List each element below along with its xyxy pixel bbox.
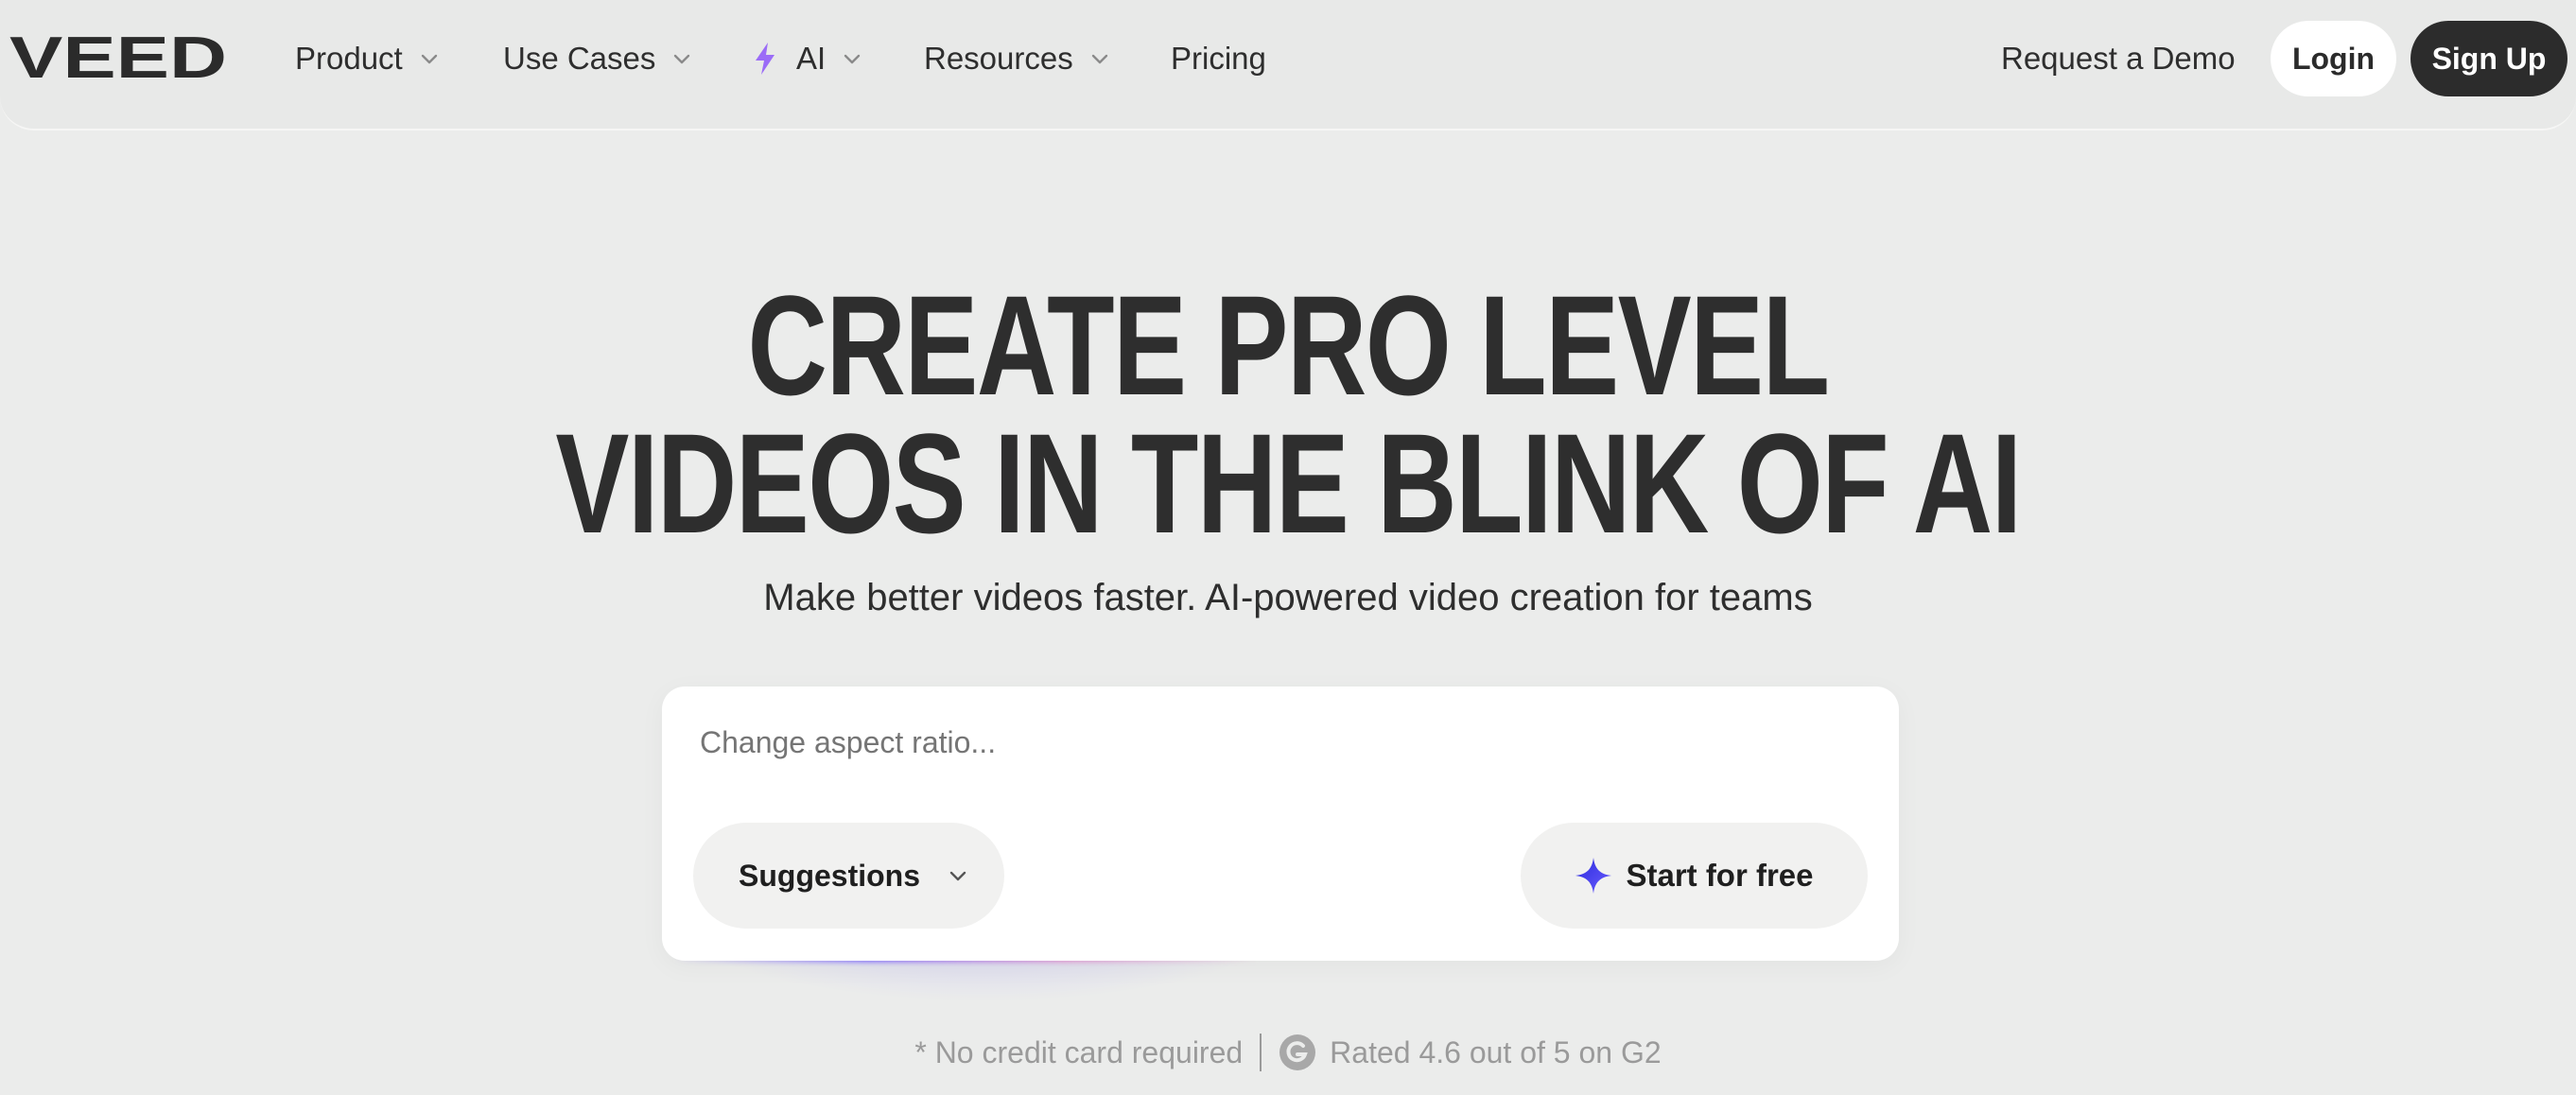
nav-pricing[interactable]: Pricing <box>1171 36 1266 81</box>
nav-use-cases[interactable]: Use Cases <box>503 36 693 81</box>
footnote-divider <box>1260 1034 1262 1071</box>
g2-rating-text: Rated 4.6 out of 5 on G2 <box>1330 1034 1662 1069</box>
start-for-free-button[interactable]: Start for free <box>1521 823 1868 929</box>
start-for-free-label: Start for free <box>1626 858 1814 893</box>
footnote: * No credit card required Rated 4.6 out … <box>0 1034 2576 1071</box>
sparkle-icon <box>1575 858 1612 894</box>
nav-product-label: Product <box>295 41 403 76</box>
hero-title-line-2: VIDEOS IN THE BLINK OF AI <box>555 404 2022 563</box>
nav-ai[interactable]: AI <box>753 36 863 81</box>
signup-button[interactable]: Sign Up <box>2411 21 2567 96</box>
prompt-input[interactable] <box>700 719 1835 766</box>
nav-ai-label: AI <box>796 41 827 76</box>
chevron-down-icon <box>421 54 437 64</box>
prompt-card: Suggestions Start for free <box>662 687 1899 961</box>
hero-subtitle: Make better videos faster. AI-powered vi… <box>763 577 1813 618</box>
nav-resources-label: Resources <box>924 41 1073 76</box>
chevron-down-icon <box>949 871 966 881</box>
nav-use-cases-label: Use Cases <box>503 41 656 76</box>
request-demo-link[interactable]: Request a Demo <box>2001 36 2236 81</box>
nav-resources[interactable]: Resources <box>924 36 1111 81</box>
hero-title: CREATE PRO LEVEL VIDEOS IN THE BLINK OF … <box>284 266 2293 563</box>
g2-icon <box>1279 1034 1316 1070</box>
login-button[interactable]: Login <box>2271 21 2396 96</box>
chevron-down-icon <box>674 54 690 64</box>
bolt-icon <box>756 43 775 75</box>
top-navbar: VEED Product Use Cases AI Resources Pric… <box>0 0 2576 130</box>
svg-text:VEED: VEED <box>9 28 227 85</box>
nav-pricing-label: Pricing <box>1171 41 1266 76</box>
chevron-down-icon <box>1091 54 1107 64</box>
hero-title-line-1: CREATE PRO LEVEL <box>747 266 1831 425</box>
chevron-down-icon <box>844 54 861 64</box>
veed-logo[interactable]: VEED <box>9 28 229 85</box>
no-credit-card-text: * No credit card required <box>914 1034 1244 1069</box>
suggestions-dropdown[interactable]: Suggestions <box>693 823 1004 929</box>
nav-product[interactable]: Product <box>295 36 441 81</box>
suggestions-label: Suggestions <box>739 858 921 893</box>
